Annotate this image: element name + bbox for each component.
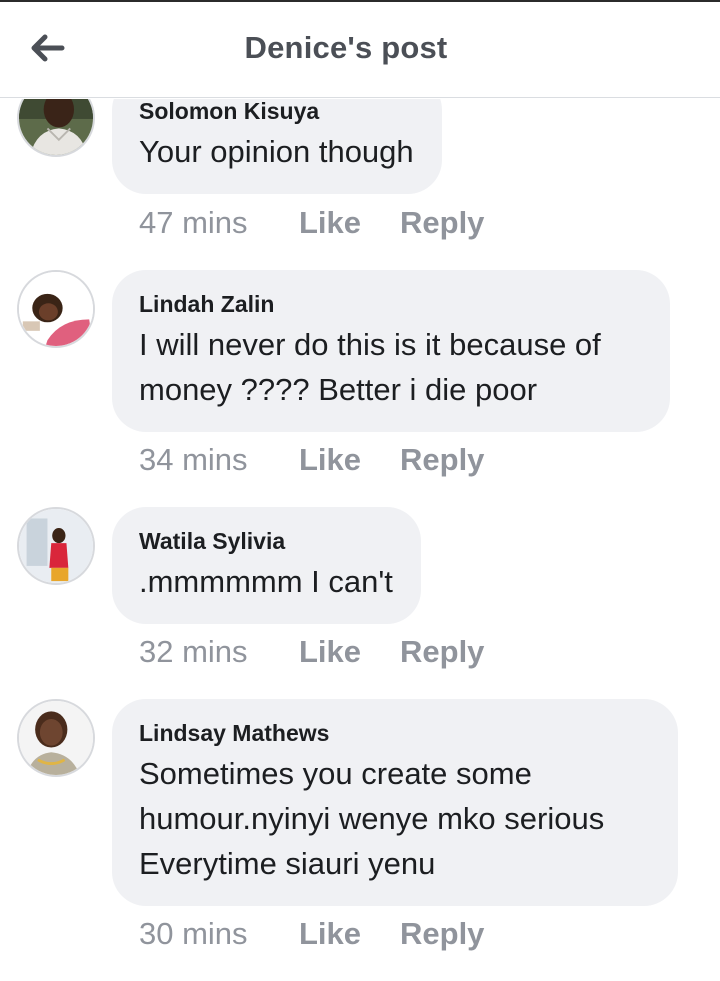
comment-author[interactable]: Lindah Zalin — [139, 289, 642, 319]
comment-bubble[interactable]: Solomon Kisuya Your opinion though — [112, 99, 442, 194]
comment-timestamp[interactable]: 32 mins — [139, 634, 299, 670]
comment-timestamp[interactable]: 47 mins — [139, 205, 299, 241]
avatar[interactable] — [17, 270, 95, 348]
comment-text: .mmmmmm I can't — [139, 564, 393, 599]
comment-text-line: humour.nyinyi wenye mko serious — [139, 801, 605, 836]
comment-bubble[interactable]: Lindah Zalin I will never do this is it … — [112, 270, 670, 432]
avatar[interactable] — [17, 699, 95, 777]
like-button[interactable]: Like — [299, 634, 400, 670]
comment-text: Your opinion though — [139, 134, 414, 169]
avatar[interactable] — [17, 99, 95, 157]
comment-bubble[interactable]: Lindsay Mathews Sometimes you create som… — [112, 699, 678, 906]
post-header: Denice's post — [0, 2, 720, 98]
like-button[interactable]: Like — [299, 916, 400, 952]
reply-button[interactable]: Reply — [400, 205, 484, 241]
comment-text-line: money ???? Better i die poor — [139, 372, 538, 407]
comment-timestamp[interactable]: 34 mins — [139, 442, 299, 478]
comment-text-line: I will never do this is it because of — [139, 327, 601, 362]
comment-meta: 34 mins Like Reply — [139, 442, 484, 478]
comment-text-line: Sometimes you create some — [139, 756, 532, 791]
reply-button[interactable]: Reply — [400, 916, 484, 952]
comment-list: Solomon Kisuya Your opinion though 47 mi… — [0, 99, 720, 981]
like-button[interactable]: Like — [299, 442, 400, 478]
comment-author[interactable]: Lindsay Mathews — [139, 718, 650, 748]
comment-timestamp[interactable]: 30 mins — [139, 916, 299, 952]
comment-meta: 47 mins Like Reply — [139, 205, 484, 241]
comment-meta: 32 mins Like Reply — [139, 634, 484, 670]
comment-author[interactable]: Watila Sylivia — [139, 526, 393, 556]
comment-text-line: Everytime siauri yenu — [139, 846, 436, 881]
comment-author[interactable]: Solomon Kisuya — [139, 99, 414, 126]
avatar[interactable] — [17, 507, 95, 585]
reply-button[interactable]: Reply — [400, 442, 484, 478]
like-button[interactable]: Like — [299, 205, 400, 241]
reply-button[interactable]: Reply — [400, 634, 484, 670]
page-title: Denice's post — [244, 30, 448, 65]
comment-bubble[interactable]: Watila Sylivia .mmmmmm I can't — [112, 507, 421, 624]
comment-meta: 30 mins Like Reply — [139, 916, 484, 952]
